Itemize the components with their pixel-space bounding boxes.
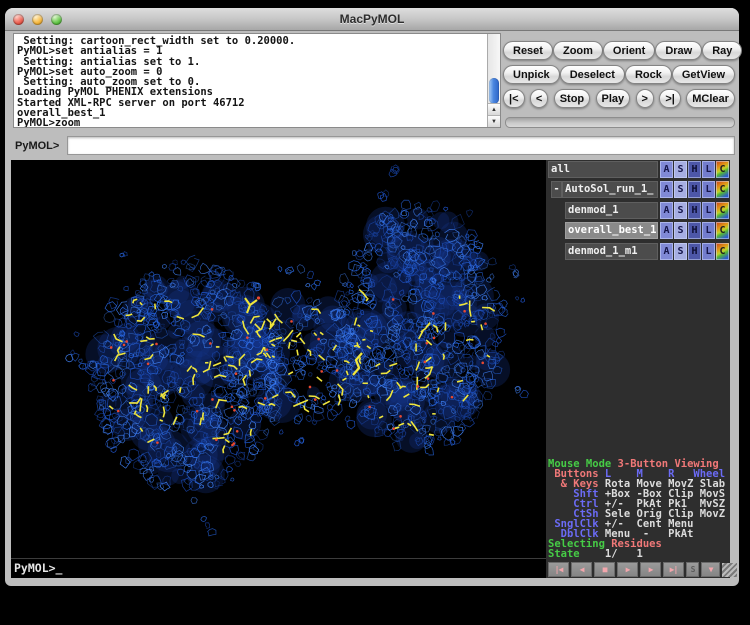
scroll-up-button[interactable]: ▲: [488, 103, 500, 115]
object-denmod_1_m1-A-button[interactable]: A: [660, 243, 673, 260]
go-first-button[interactable]: |<: [503, 89, 525, 108]
movie-sculpt-button[interactable]: S: [686, 562, 699, 577]
command-input[interactable]: [67, 136, 735, 155]
control-buttons: ResetZoomOrientDrawRay UnpickDeselectRock…: [503, 41, 735, 108]
button-row-3: |< < Stop Play > >| MClear: [503, 89, 735, 108]
movie-forward-button[interactable]: ▶: [640, 562, 661, 577]
macpymol-window: MacPyMOL Setting: cartoon_rect_width set…: [5, 8, 739, 586]
object-denmod_1_m1-L-button[interactable]: L: [702, 243, 715, 260]
window-title: MacPyMOL: [5, 12, 739, 26]
mouse-mode-panel[interactable]: Mouse Mode 3-Button Viewing Buttons L M …: [548, 459, 729, 559]
object-denmod_1_m1-H-button[interactable]: H: [688, 243, 701, 260]
scroll-down-button[interactable]: ▼: [488, 115, 500, 127]
object-denmod_1-S-button[interactable]: S: [674, 202, 687, 219]
console-output-box: Setting: cartoon_rect_width set to 0.200…: [13, 33, 501, 128]
movie-play-button[interactable]: ▶: [617, 562, 638, 577]
mclear-button[interactable]: MClear: [686, 89, 735, 108]
command-prompt-label: PyMOL>: [15, 140, 59, 152]
getview-button[interactable]: GetView: [672, 65, 735, 84]
object-all-C-button[interactable]: C: [716, 161, 729, 178]
zoom-button[interactable]: Zoom: [553, 41, 603, 60]
mouse-panel-line: State 1/ 1: [548, 549, 729, 559]
viewport: PyMOL>_: [11, 160, 546, 578]
object-all-A-button[interactable]: A: [660, 161, 673, 178]
object-AutoSol_run_1_-S-button[interactable]: S: [674, 181, 687, 198]
object-all-L-button[interactable]: L: [702, 161, 715, 178]
object-AutoSol_run_1_-C-button[interactable]: C: [716, 181, 729, 198]
rock-button[interactable]: Rock: [625, 65, 672, 84]
stop-button[interactable]: Stop: [554, 89, 590, 108]
object-denmod_1-L-button[interactable]: L: [702, 202, 715, 219]
reset-button[interactable]: Reset: [503, 41, 553, 60]
object-all-S-button[interactable]: S: [674, 161, 687, 178]
unpick-button[interactable]: Unpick: [503, 65, 560, 84]
step-forward-button[interactable]: >: [636, 89, 654, 108]
orient-button[interactable]: Orient: [603, 41, 655, 60]
object-denmod_1_m1-C-button[interactable]: C: [716, 243, 729, 260]
deselect-button[interactable]: Deselect: [560, 65, 625, 84]
object-overall_best_1-S-button[interactable]: S: [674, 222, 687, 239]
object-denmod_1_m1-label[interactable]: denmod_1_m1: [565, 243, 658, 260]
object-overall_best_1-A-button[interactable]: A: [660, 222, 673, 239]
titlebar[interactable]: MacPyMOL: [5, 8, 739, 31]
console-output[interactable]: Setting: cartoon_rect_width set to 0.200…: [14, 34, 487, 127]
object-AutoSol_run_1_-A-button[interactable]: A: [660, 181, 673, 198]
button-row-1: ResetZoomOrientDrawRay: [503, 41, 735, 60]
object-overall_best_1-L-button[interactable]: L: [702, 222, 715, 239]
viewport-prompt: PyMOL>_: [11, 558, 546, 578]
object-denmod_1-label[interactable]: denmod_1: [565, 202, 658, 219]
panel-collapse-button[interactable]: ▼: [701, 562, 720, 577]
movie-last-button[interactable]: ▶|: [663, 562, 684, 577]
object-AutoSol_run_1_-H-button[interactable]: H: [688, 181, 701, 198]
step-back-button[interactable]: <: [530, 89, 548, 108]
scrollbar-arrows: ▲ ▼: [488, 103, 500, 127]
object-AutoSol_run_1_-label[interactable]: AutoSol_run_1_: [562, 181, 658, 198]
object-denmod_1-H-button[interactable]: H: [688, 202, 701, 219]
viewport-canvas[interactable]: [11, 160, 546, 557]
resize-grip[interactable]: [722, 563, 737, 577]
collapse-toggle[interactable]: -: [551, 181, 562, 198]
object-all-H-button[interactable]: H: [688, 161, 701, 178]
object-denmod_1_m1-S-button[interactable]: S: [674, 243, 687, 260]
object-overall_best_1-H-button[interactable]: H: [688, 222, 701, 239]
movie-controls: |◀◀■▶▶▶|S▼: [548, 562, 720, 577]
play-button[interactable]: Play: [596, 89, 631, 108]
object-denmod_1-A-button[interactable]: A: [660, 202, 673, 219]
movie-progress-bar[interactable]: [505, 117, 735, 128]
object-denmod_1-C-button[interactable]: C: [716, 202, 729, 219]
button-row-2: UnpickDeselectRockGetView: [503, 65, 735, 84]
object-overall_best_1-C-button[interactable]: C: [716, 222, 729, 239]
object-all-label[interactable]: all: [548, 161, 658, 178]
movie-stop-button[interactable]: ■: [594, 562, 615, 577]
ray-button[interactable]: Ray: [702, 41, 742, 60]
movie-back-button[interactable]: ◀: [571, 562, 592, 577]
movie-first-button[interactable]: |◀: [548, 562, 569, 577]
scrollbar-thumb[interactable]: [489, 78, 499, 104]
draw-button[interactable]: Draw: [655, 41, 702, 60]
go-last-button[interactable]: >|: [659, 89, 681, 108]
object-AutoSol_run_1_-L-button[interactable]: L: [702, 181, 715, 198]
console-scrollbar[interactable]: ▲ ▼: [487, 34, 500, 127]
object-overall_best_1-label[interactable]: overall_best_1: [565, 222, 658, 239]
sidebar-panel: allASHLC-AutoSol_run_1_ASHLCdenmod_1ASHL…: [546, 160, 730, 578]
upper-panel: Setting: cartoon_rect_width set to 0.200…: [5, 31, 739, 160]
